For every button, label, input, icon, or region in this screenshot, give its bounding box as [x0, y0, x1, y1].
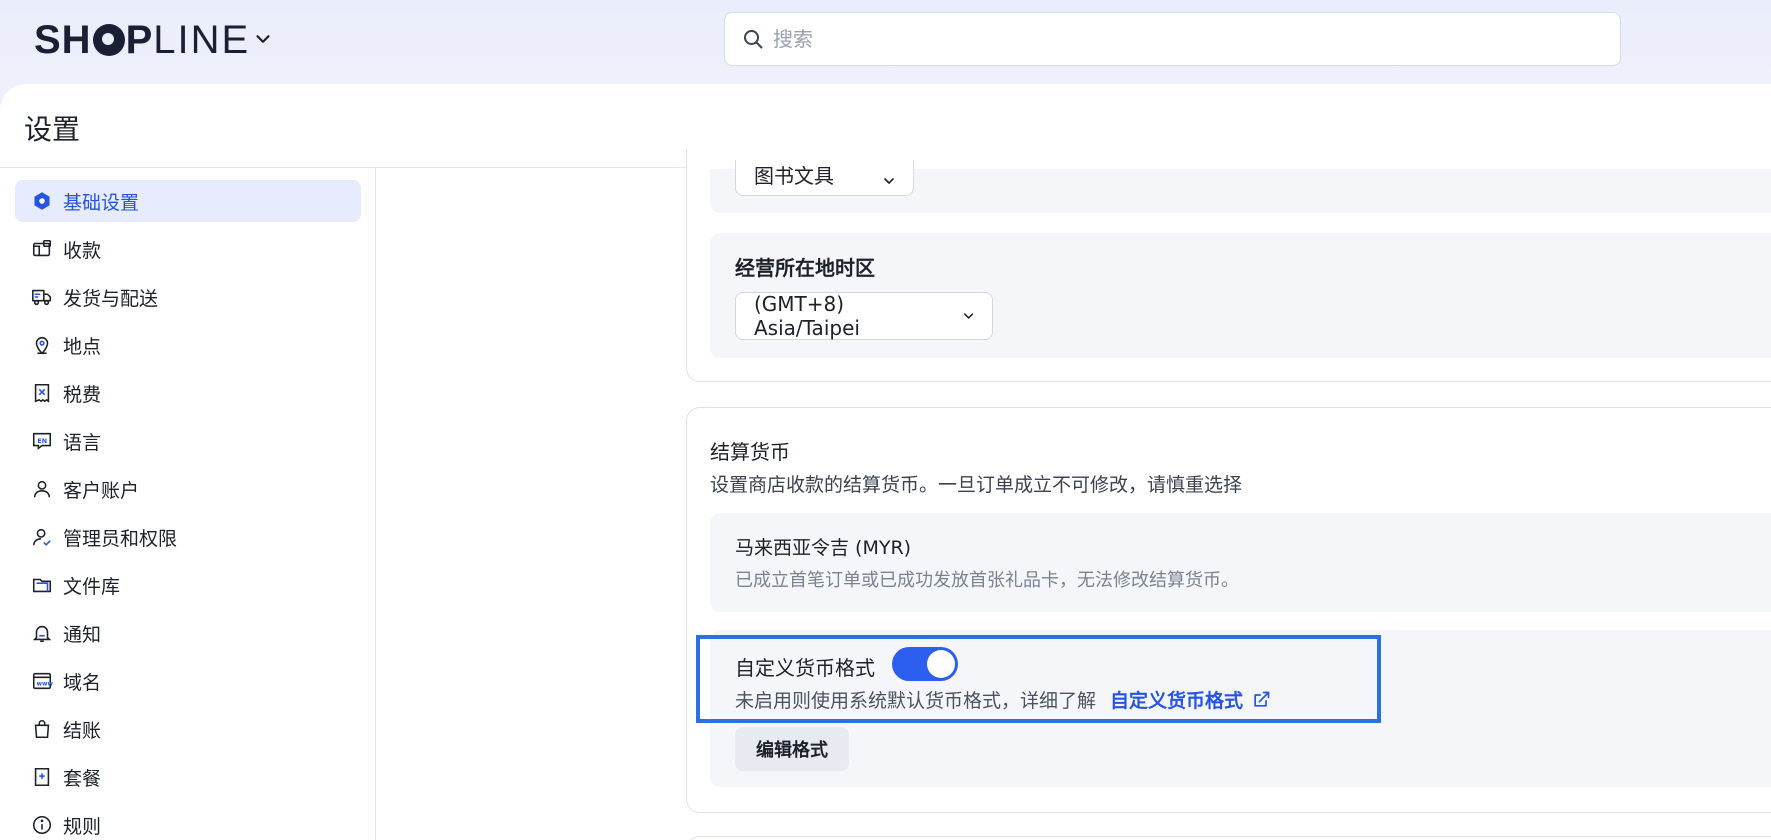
industry-select-value: 图书文具	[754, 164, 834, 188]
sidebar-item-label: 发货与配送	[63, 287, 159, 310]
timezone-select-value: (GMT+8) Asia/Taipei	[754, 292, 860, 340]
sidebar-item-label: 文件库	[63, 575, 121, 598]
search-input[interactable]	[773, 27, 1573, 51]
sidebar-item-label: 收款	[63, 239, 102, 262]
shopline-logo[interactable]: SH P LINE	[34, 18, 250, 62]
current-currency-note: 已成立首笔订单或已成功发放首张礼品卡，无法修改结算货币。	[735, 570, 1239, 591]
hexagon-icon	[29, 188, 55, 214]
sidebar-item-label: 税费	[63, 383, 102, 406]
folder-icon	[29, 572, 55, 598]
user-check-icon	[29, 524, 55, 550]
sidebar-item-rules[interactable]: 规则	[15, 804, 361, 840]
sidebar-item-label: 域名	[63, 671, 102, 694]
sidebar-item-languages[interactable]: EN 语言	[15, 420, 361, 462]
sidebar-item-label: 客户账户	[63, 479, 140, 502]
sidebar-item-domains[interactable]: www 域名	[15, 660, 361, 702]
sidebar-item-label: 通知	[63, 623, 102, 646]
page-title: 设置	[24, 113, 81, 146]
language-en-icon: EN	[29, 428, 55, 454]
sidebar-item-taxes[interactable]: 税费	[15, 372, 361, 414]
svg-text:www: www	[37, 681, 54, 688]
industry-select[interactable]: 图书文具	[735, 160, 914, 196]
sidebar-item-payments[interactable]: 收款	[15, 228, 361, 270]
sidebar-item-notifications[interactable]: 通知	[15, 612, 361, 654]
sidebar-item-label: 结账	[63, 719, 102, 742]
truck-icon	[29, 284, 55, 310]
info-icon	[29, 812, 55, 838]
current-currency-name: 马来西亚令吉 (MYR)	[735, 537, 912, 559]
sidebar-item-label: 套餐	[63, 767, 102, 790]
sidebar-item-basic-settings[interactable]: 基础设置	[15, 180, 361, 222]
shopping-bag-icon	[29, 716, 55, 742]
search-bar[interactable]	[724, 12, 1621, 66]
search-icon	[744, 30, 763, 49]
currency-section-title: 结算货币	[710, 440, 790, 464]
sidebar-item-label: 基础设置	[63, 191, 140, 214]
sidebar-item-label: 地点	[63, 335, 102, 358]
sidebar-item-admins-permissions[interactable]: 管理员和权限	[15, 516, 361, 558]
sidebar-item-locations[interactable]: 地点	[15, 324, 361, 366]
user-icon	[29, 476, 55, 502]
sidebar-item-label: 规则	[63, 815, 102, 838]
logo-text-p: P	[125, 17, 154, 62]
sidebar-item-checkout[interactable]: 结账	[15, 708, 361, 750]
highlight-frame	[696, 635, 1381, 723]
logo-text-bold: SH	[34, 17, 92, 62]
svg-text:EN: EN	[37, 437, 47, 445]
sidebar-item-plans[interactable]: 套餐	[15, 756, 361, 798]
currency-description: 设置商店收款的结算货币。一旦订单成立不可修改，请慎重选择	[710, 474, 1243, 496]
sidebar-item-label: 管理员和权限	[63, 527, 178, 550]
bell-icon	[29, 620, 55, 646]
sidebar-item-shipping[interactable]: 发货与配送	[15, 276, 361, 318]
next-card	[686, 836, 1771, 840]
timezone-select[interactable]: (GMT+8) Asia/Taipei	[735, 292, 993, 340]
wallet-icon	[29, 236, 55, 262]
chevron-down-icon	[963, 313, 973, 319]
chevron-down-icon[interactable]	[252, 28, 274, 50]
logo-text-thin: LINE	[153, 17, 251, 62]
tax-receipt-icon	[29, 380, 55, 406]
edit-format-button[interactable]: 编辑格式	[735, 727, 849, 771]
sidebar-item-files[interactable]: 文件库	[15, 564, 361, 606]
timezone-label: 经营所在地时区	[735, 256, 875, 280]
sidebar-item-customer-accounts[interactable]: 客户账户	[15, 468, 361, 510]
logo-o-mark	[92, 24, 125, 56]
current-currency-panel	[710, 513, 1771, 612]
location-pin-icon	[29, 332, 55, 358]
plan-icon	[29, 764, 55, 790]
domain-icon: www	[29, 668, 55, 694]
sidebar-item-label: 语言	[63, 431, 102, 454]
chevron-down-icon	[884, 178, 894, 185]
